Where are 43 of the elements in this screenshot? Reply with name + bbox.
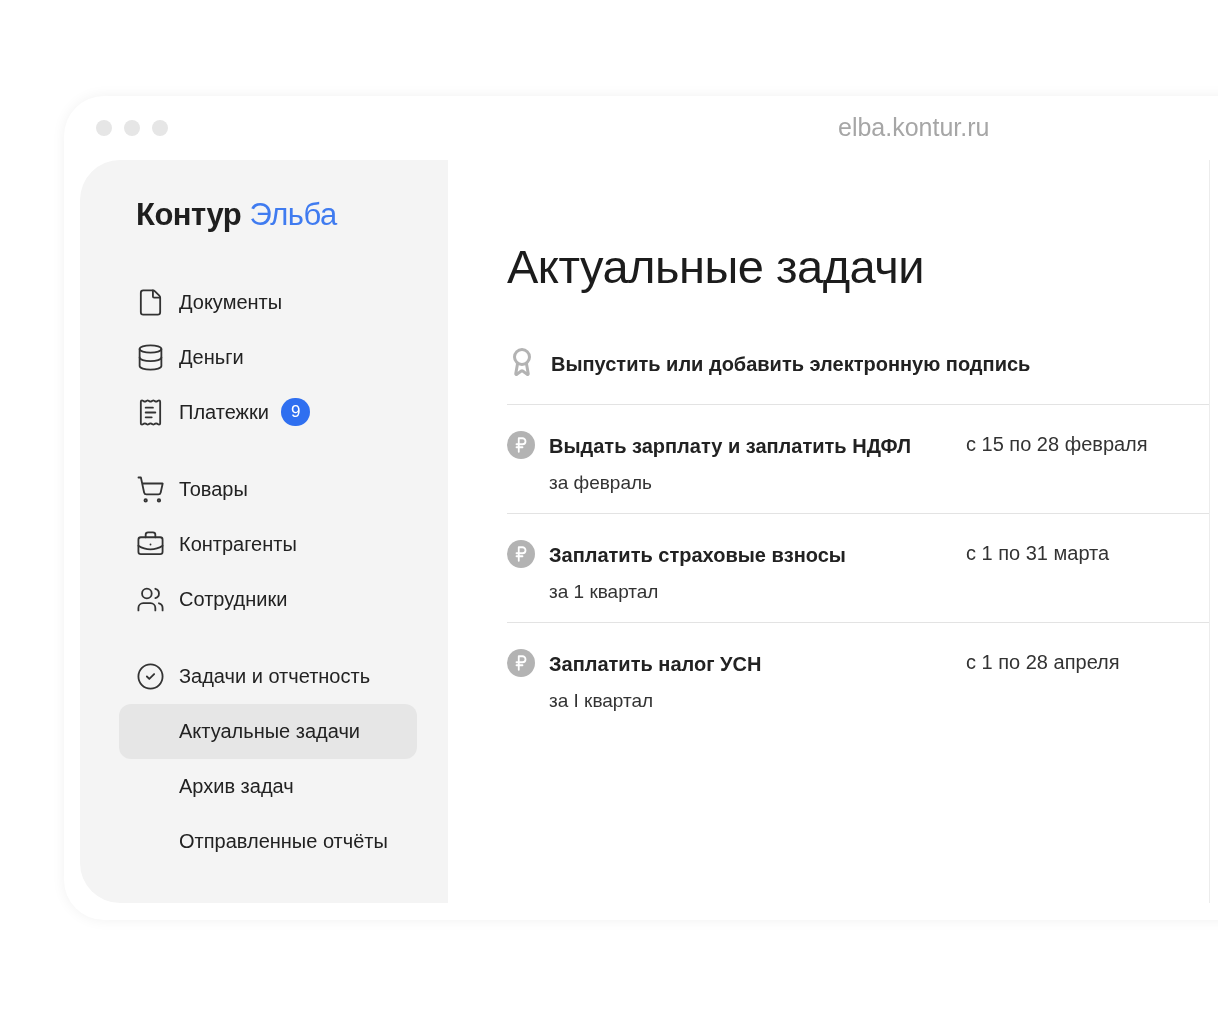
task-row[interactable]: Заплатить страховые взносы за 1 квартал с 1 по 31 марта [507,512,1209,622]
nav-item[interactable]: Архив задач [119,758,417,814]
task-title: Выдать зарплату и заплатить НДФЛ [549,433,912,459]
nav-item[interactable]: Актуальные задачи [119,703,417,759]
nav-item[interactable]: Контрагенты [119,516,417,572]
nav-item[interactable]: Задачи и отчетность [119,648,417,704]
task-title: Заплатить страховые взносы [549,542,847,568]
nav-label: Документы [179,290,283,315]
ruble-icon [507,539,535,568]
task-period: с 15 по 28 февраля [966,431,1148,457]
nav-label: Актуальные задачи [179,719,361,744]
task-subtitle: за I квартал [549,688,655,713]
nav-item[interactable]: Товары [119,461,417,517]
nav-label: Архив задач [179,774,294,799]
nav-item[interactable]: Отправленные отчёты [119,813,417,869]
task-period: с 1 по 31 марта [966,540,1110,566]
nav-label: Деньги [179,345,244,370]
nav-item[interactable]: Платежки 9 [119,384,417,440]
nav-item[interactable]: Сотрудники [119,571,417,627]
ruble-icon [507,430,535,459]
count-badge: 9 [280,398,311,426]
task-title: Выпустить или добавить электронную подпись [551,351,1031,377]
page-title: Актуальные задачи [507,239,925,295]
nav-item[interactable]: Деньги [119,329,417,385]
nav-label: Сотрудники [179,587,288,612]
cart-icon [136,474,165,504]
nav-label: Отправленные отчёты [179,829,388,854]
task-row[interactable]: Выпустить или добавить электронную подпись [507,348,1209,404]
nav-item[interactable]: Документы [119,274,417,330]
task-subtitle: за 1 квартал [549,579,660,604]
ruble-icon [507,648,535,677]
coins-stack-icon [136,342,165,372]
task-title: Заплатить налог УСН [549,651,763,677]
task-period: с 1 по 28 апреля [966,649,1120,675]
nav-label: Платежки [179,400,269,425]
nav-label: Задачи и отчетность [179,664,371,689]
check-circle-icon [136,661,165,691]
nav-label: Контрагенты [179,532,297,557]
nav-label: Товары [179,477,248,502]
task-row[interactable]: Заплатить налог УСН за I квартал с 1 по 28 апреля [507,621,1209,731]
task-row[interactable]: Выдать зарплату и заплатить НДФЛ за февраль с 15 по 28 февраля [507,403,1209,513]
task-subtitle: за февраль [549,470,653,495]
logo[interactable]: Контур Эльба [119,192,416,239]
